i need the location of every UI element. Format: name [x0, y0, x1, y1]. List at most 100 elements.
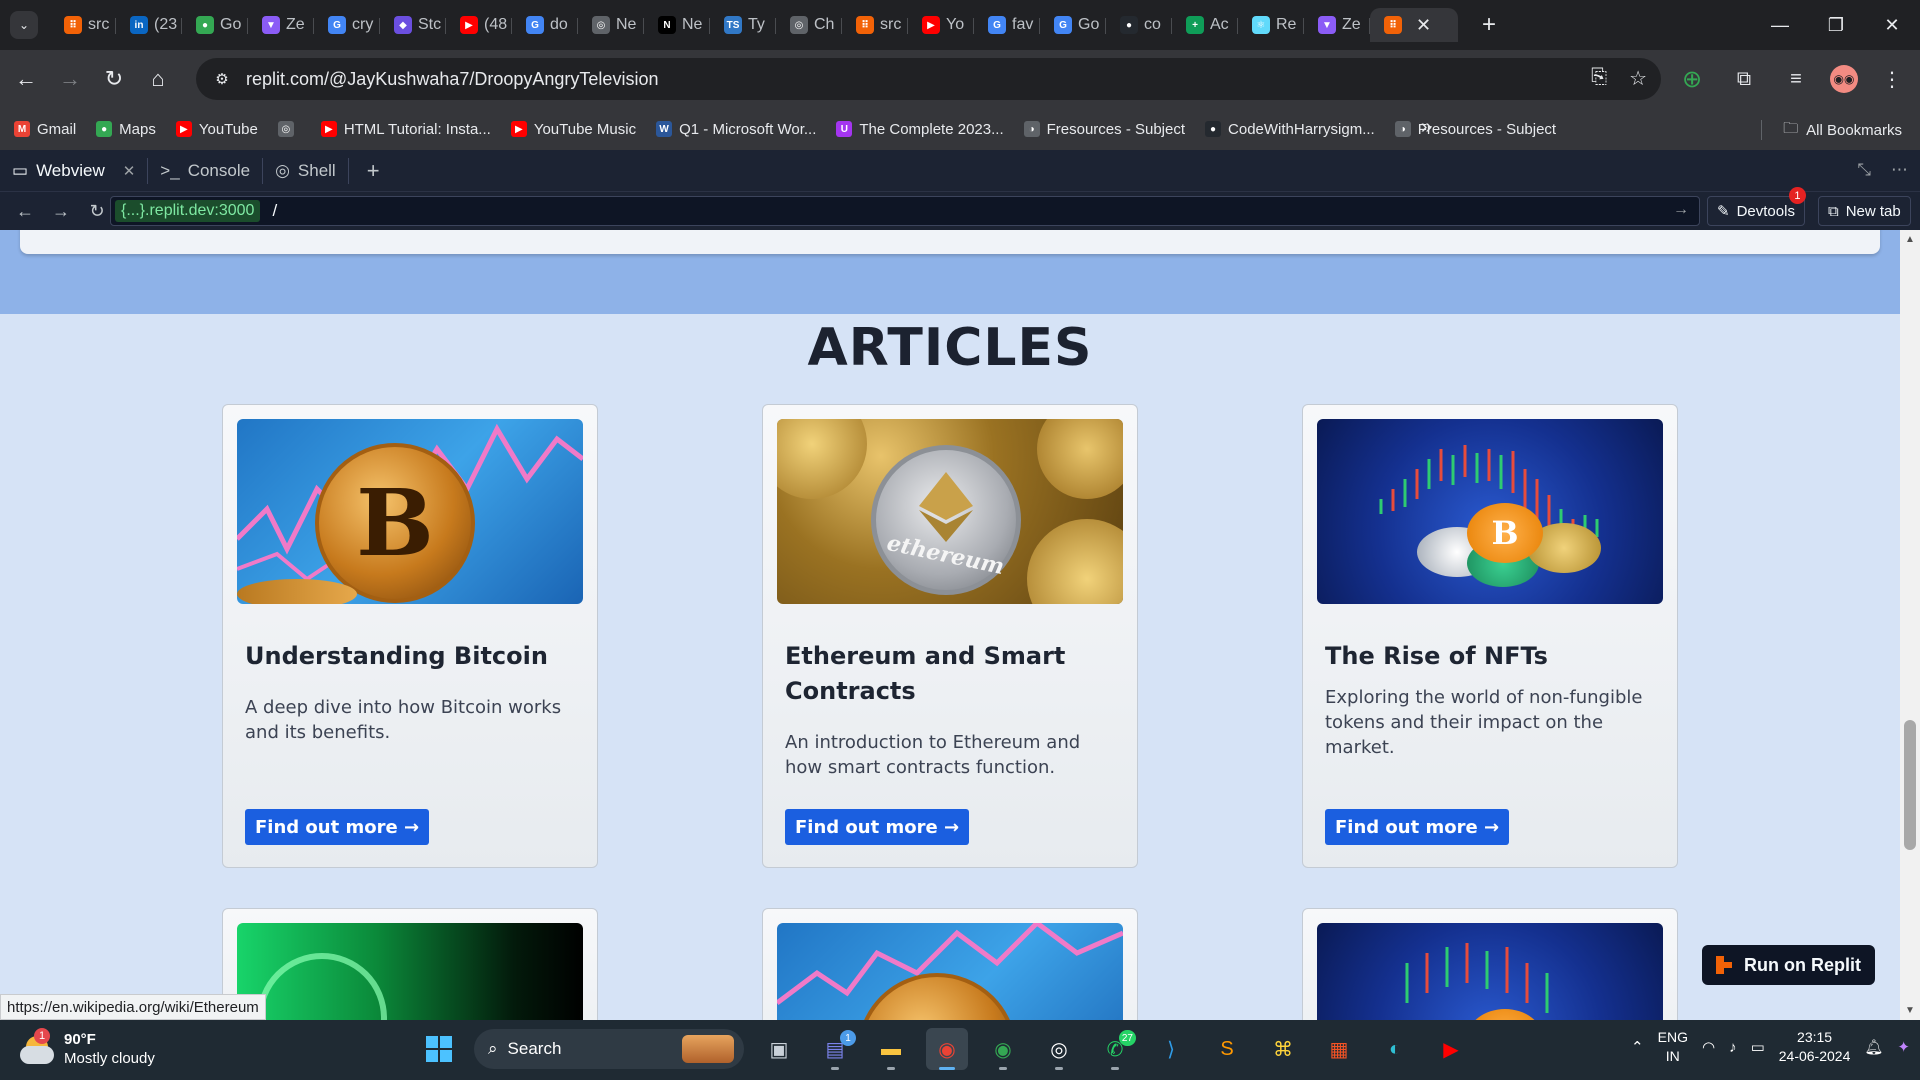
tab[interactable]: ▼ Ze [1304, 8, 1370, 42]
windows-start-icon[interactable] [418, 1028, 460, 1070]
webview-url-input[interactable]: {...}.replit.dev:3000 / → [110, 196, 1700, 226]
devtools-button[interactable]: ✎ Devtools 1 [1707, 187, 1806, 226]
tab-webview[interactable]: ▭ Webview ✕ [0, 150, 147, 192]
tab[interactable]: ▶ (48 [446, 8, 512, 42]
address-bar[interactable]: ⚙ replit.com/@JayKushwaha7/DroopyAngryTe… [196, 58, 1661, 100]
webview-reload-icon[interactable]: ↻ [86, 201, 108, 222]
volume-icon[interactable]: ♪ [1729, 1039, 1737, 1056]
tab[interactable]: ⠿ src [50, 8, 116, 42]
extension-plus-icon[interactable]: ⊕ [1674, 61, 1710, 97]
new-tab-button[interactable]: + [1472, 8, 1506, 42]
tab[interactable]: ▼ Ze [248, 8, 314, 42]
ms-store-icon[interactable]: ▦ [1318, 1028, 1360, 1070]
find-out-more-button[interactable]: Find out more → [245, 809, 430, 845]
run-on-replit-button[interactable]: Run on Replit [1702, 945, 1875, 985]
language-indicator[interactable]: ENG IN [1658, 1028, 1688, 1066]
battery-icon[interactable]: ▭ [1751, 1038, 1765, 1056]
page-scrollbar[interactable]: ▲ ▼ [1900, 230, 1920, 1020]
clock[interactable]: 23:15 24-06-2024 [1779, 1028, 1851, 1066]
bookmark-item[interactable]: ▶ YouTube [175, 121, 258, 138]
go-arrow-icon[interactable]: → [1673, 201, 1689, 219]
tab[interactable]: ◎ Ne [578, 8, 644, 42]
reload-icon[interactable]: ↻ [96, 61, 132, 97]
tab[interactable]: Gfav [974, 8, 1040, 42]
bookmark-item[interactable]: ◑ Fresources - Subject [1023, 121, 1185, 138]
notification-bell-icon[interactable]: 🔔︎ [1864, 1038, 1883, 1056]
minimize-icon[interactable]: — [1752, 0, 1808, 50]
chrome-profile-icon[interactable]: ◉ [982, 1028, 1024, 1070]
webview-back-icon[interactable]: ← [14, 201, 36, 222]
sublime-icon[interactable]: S [1206, 1028, 1248, 1070]
tab[interactable]: in (23 [116, 8, 182, 42]
tab[interactable]: Gdo [512, 8, 578, 42]
task-view-icon[interactable]: ▣ [758, 1028, 800, 1070]
webview-forward-icon[interactable]: → [50, 201, 72, 222]
bookmark-item[interactable]: ● Maps [96, 121, 156, 138]
bookmarks-overflow-icon[interactable]: » [1421, 116, 1432, 139]
bookmark-item[interactable]: ◑ Fresources - Subject [1394, 121, 1556, 138]
github-desktop-icon[interactable]: ◎ [1038, 1028, 1080, 1070]
close-window-icon[interactable]: ✕ [1864, 0, 1920, 50]
webview-path[interactable]: / [272, 201, 277, 221]
add-tab-icon[interactable]: + [367, 158, 380, 184]
bookmark-item[interactable]: ◎ [277, 121, 301, 138]
vscode-icon[interactable]: ⟩ [1150, 1028, 1192, 1070]
tray-overflow-icon[interactable]: ⌃ [1631, 1038, 1644, 1056]
tab[interactable]: TS Ty [710, 8, 776, 42]
tab[interactable]: ▶ Yo [908, 8, 974, 42]
extensions-puzzle-icon[interactable]: ⧉ [1726, 61, 1762, 97]
forward-icon[interactable]: → [52, 61, 88, 97]
tab-close-icon[interactable]: ✕ [1416, 15, 1431, 36]
weather-widget[interactable]: 1 90°F Mostly cloudy [20, 1028, 155, 1068]
wifi-icon[interactable]: ◠ [1702, 1038, 1715, 1056]
copilot-icon[interactable]: ✦ [1897, 1038, 1910, 1056]
chrome-icon[interactable]: ◉ [926, 1028, 968, 1070]
find-out-more-button[interactable]: Find out more → [1325, 809, 1510, 845]
bookmark-item[interactable]: ● CodeWithHarrysigm... [1205, 121, 1375, 138]
tab[interactable]: ◎ Ch [776, 8, 842, 42]
file-explorer-icon[interactable]: ▬ [870, 1028, 912, 1070]
collapse-icon[interactable]: ⤡ [1857, 160, 1871, 180]
youtube-app-icon[interactable]: ▶ [1430, 1028, 1472, 1070]
media-control-icon[interactable]: ≡ [1778, 61, 1814, 97]
scrollbar-thumb[interactable] [1904, 720, 1916, 850]
site-info-icon[interactable]: ⚙ [208, 65, 236, 93]
menu-kebab-icon[interactable]: ⋮ [1874, 61, 1910, 97]
find-out-more-button[interactable]: Find out more → [785, 809, 970, 845]
install-app-icon[interactable]: ⎘ [1591, 66, 1607, 91]
restore-icon[interactable]: ❐ [1808, 0, 1864, 50]
tab-search-chevron-icon[interactable]: ⌄ [10, 11, 38, 39]
tab[interactable]: ● co [1106, 8, 1172, 42]
scroll-down-icon[interactable]: ▼ [1900, 1005, 1920, 1016]
bookmark-item[interactable]: M Gmail [14, 121, 76, 138]
tab-shell[interactable]: ◎ Shell [263, 150, 348, 192]
tab[interactable]: ⚛ Re [1238, 8, 1304, 42]
home-icon[interactable]: ⌂ [140, 61, 176, 97]
open-new-tab-button[interactable]: ⧉ New tab [1818, 196, 1911, 226]
address-url[interactable]: replit.com/@JayKushwaha7/DroopyAngryTele… [246, 69, 658, 90]
tab-close-icon[interactable]: ✕ [123, 162, 136, 180]
bookmark-star-icon[interactable]: ☆ [1629, 66, 1647, 91]
tab[interactable]: ◆ Stc [380, 8, 446, 42]
tab[interactable]: ⠿ src [842, 8, 908, 42]
tab[interactable]: Gcry [314, 8, 380, 42]
profile-avatar[interactable]: ◉◉ [1830, 65, 1858, 93]
back-icon[interactable]: ← [8, 61, 44, 97]
edge-icon[interactable]: ◐ [1374, 1028, 1416, 1070]
whatsapp-icon[interactable]: ✆ 27 [1094, 1028, 1136, 1070]
bookmark-item[interactable]: W Q1 - Microsoft Wor... [656, 121, 816, 138]
all-bookmarks-button[interactable]: 🗀 All Bookmarks [1761, 118, 1902, 143]
taskbar-search[interactable]: ⌕ Search [474, 1029, 744, 1069]
scroll-up-icon[interactable]: ▲ [1900, 234, 1920, 245]
python-icon[interactable]: ⌘ [1262, 1028, 1304, 1070]
tab-active[interactable]: ⠿ ✕ [1370, 8, 1458, 42]
tab[interactable]: N Ne [644, 8, 710, 42]
bookmark-item[interactable]: ▶ YouTube Music [510, 121, 636, 138]
tab-console[interactable]: >_ Console [148, 150, 262, 192]
tab[interactable]: ● Go [182, 8, 248, 42]
bookmark-item[interactable]: U The Complete 2023... [836, 121, 1004, 138]
bookmark-item[interactable]: ▶ HTML Tutorial: Insta... [320, 121, 491, 138]
tab[interactable]: G Go [1040, 8, 1106, 42]
tab[interactable]: + Ac [1172, 8, 1238, 42]
teams-icon[interactable]: ▤ 1 [814, 1028, 856, 1070]
